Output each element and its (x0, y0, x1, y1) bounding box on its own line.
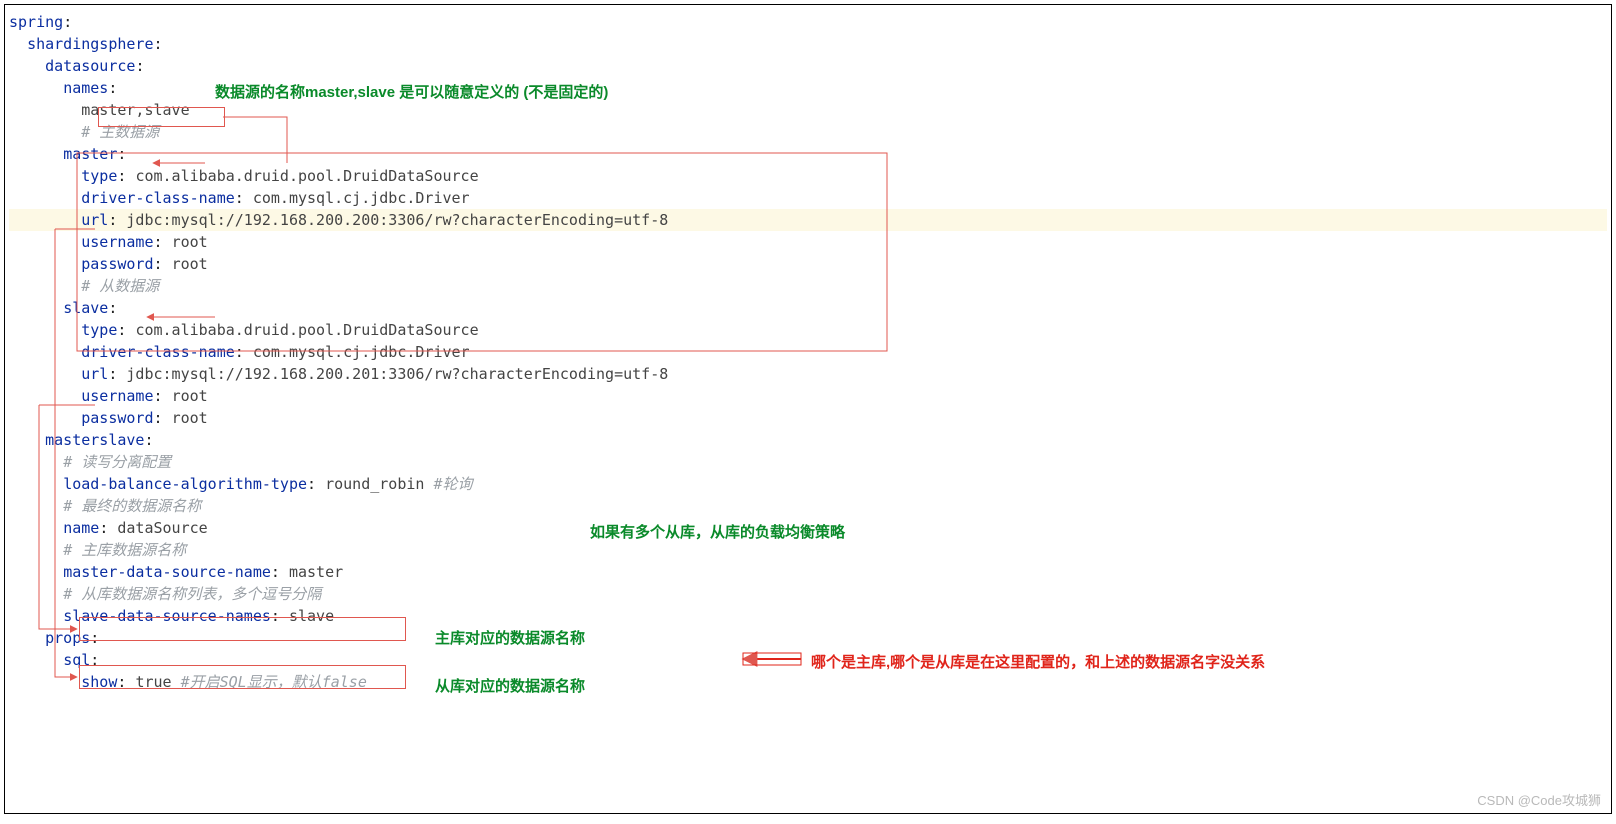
yaml-value: master,slave (81, 101, 189, 119)
comment: #轮询 (433, 475, 472, 493)
yaml-key: load-balance-algorithm-type (63, 475, 307, 493)
yaml-value: root (172, 233, 208, 251)
yaml-key: url (81, 365, 108, 383)
comment: # 主数据源 (81, 123, 159, 141)
code-line: props: (9, 627, 1607, 649)
yaml-value: jdbc:mysql://192.168.200.201:3306/rw?cha… (126, 365, 668, 383)
code-line: load-balance-algorithm-type: round_robin… (9, 473, 1607, 495)
yaml-value: dataSource (117, 519, 207, 537)
code-line: # 从数据源 (9, 275, 1607, 297)
yaml-value: com.alibaba.druid.pool.DruidDataSource (135, 321, 478, 339)
yaml-key: type (81, 167, 117, 185)
yaml-value: slave (289, 607, 334, 625)
code-line: master: (9, 143, 1607, 165)
code-line: driver-class-name: com.mysql.cj.jdbc.Dri… (9, 187, 1607, 209)
code-line: password: root (9, 253, 1607, 275)
annotation-master-ds: 主库对应的数据源名称 (435, 627, 585, 648)
comment: # 最终的数据源名称 (63, 497, 201, 515)
yaml-key: datasource (45, 57, 135, 75)
comment: #开启SQL显示，默认false (181, 673, 367, 691)
yaml-key: slave (63, 299, 108, 317)
code-line: # 从库数据源名称列表，多个逗号分隔 (9, 583, 1607, 605)
code-line: url: jdbc:mysql://192.168.200.200:3306/r… (9, 209, 1607, 231)
code-line: slave-data-source-names: slave (9, 605, 1607, 627)
yaml-key: username (81, 387, 153, 405)
code-line: datasource: (9, 55, 1607, 77)
yaml-key: driver-class-name (81, 189, 235, 207)
code-line: driver-class-name: com.mysql.cj.jdbc.Dri… (9, 341, 1607, 363)
yaml-key: names (63, 79, 108, 97)
code-line: # 最终的数据源名称 (9, 495, 1607, 517)
yaml-key: url (81, 211, 108, 229)
code-line: show: true #开启SQL显示，默认false (9, 671, 1607, 693)
annotation-which-is-master: 哪个是主库,哪个是从库是在这里配置的，和上述的数据源名字没关系 (811, 651, 1265, 672)
yaml-key: driver-class-name (81, 343, 235, 361)
yaml-value: root (172, 255, 208, 273)
yaml-key: master (63, 145, 117, 163)
annotation-load-balance: 如果有多个从库，从库的负载均衡策略 (590, 521, 845, 542)
yaml-value: com.alibaba.druid.pool.DruidDataSource (135, 167, 478, 185)
comment: # 主库数据源名称 (63, 541, 186, 559)
yaml-key: slave-data-source-names (63, 607, 271, 625)
code-line: # 主库数据源名称 (9, 539, 1607, 561)
yaml-key: master-data-source-name (63, 563, 271, 581)
code-line: url: jdbc:mysql://192.168.200.201:3306/r… (9, 363, 1607, 385)
code-line: username: root (9, 231, 1607, 253)
code-line: master-data-source-name: master (9, 561, 1607, 583)
yaml-code-block: spring: shardingsphere: datasource: name… (9, 11, 1607, 693)
annotation-datasource-names: 数据源的名称master,slave 是可以随意定义的 (不是固定的) (215, 81, 608, 102)
yaml-value: com.mysql.cj.jdbc.Driver (253, 189, 470, 207)
yaml-key: name (63, 519, 99, 537)
yaml-key: password (81, 409, 153, 427)
code-line: spring: (9, 11, 1607, 33)
code-line: password: root (9, 407, 1607, 429)
yaml-key: type (81, 321, 117, 339)
yaml-value: com.mysql.cj.jdbc.Driver (253, 343, 470, 361)
yaml-key: sql (63, 651, 90, 669)
code-line: shardingsphere: (9, 33, 1607, 55)
code-line: # 读写分离配置 (9, 451, 1607, 473)
yaml-value: jdbc:mysql://192.168.200.200:3306/rw?cha… (126, 211, 668, 229)
annotation-slave-ds: 从库对应的数据源名称 (435, 675, 585, 696)
yaml-key: props (45, 629, 90, 647)
yaml-value: root (172, 409, 208, 427)
code-line: type: com.alibaba.druid.pool.DruidDataSo… (9, 319, 1607, 341)
yaml-key: masterslave (45, 431, 144, 449)
yaml-key: shardingsphere (27, 35, 153, 53)
comment: # 读写分离配置 (63, 453, 171, 471)
yaml-value: root (172, 387, 208, 405)
watermark: CSDN @Code攻城狮 (1477, 790, 1601, 809)
yaml-key: password (81, 255, 153, 273)
code-line: sql: (9, 649, 1607, 671)
yaml-key: spring (9, 13, 63, 31)
yaml-key: show (81, 673, 117, 691)
code-line: username: root (9, 385, 1607, 407)
yaml-config-frame: spring: shardingsphere: datasource: name… (4, 4, 1612, 814)
comment: # 从库数据源名称列表，多个逗号分隔 (63, 585, 321, 603)
yaml-value: round_robin (325, 475, 433, 493)
code-line: type: com.alibaba.druid.pool.DruidDataSo… (9, 165, 1607, 187)
comment: # 从数据源 (81, 277, 159, 295)
code-line: slave: (9, 297, 1607, 319)
code-line: # 主数据源 (9, 121, 1607, 143)
code-line: masterslave: (9, 429, 1607, 451)
yaml-value: master (289, 563, 343, 581)
yaml-key: username (81, 233, 153, 251)
code-line: master,slave (9, 99, 1607, 121)
yaml-value: true (135, 673, 180, 691)
